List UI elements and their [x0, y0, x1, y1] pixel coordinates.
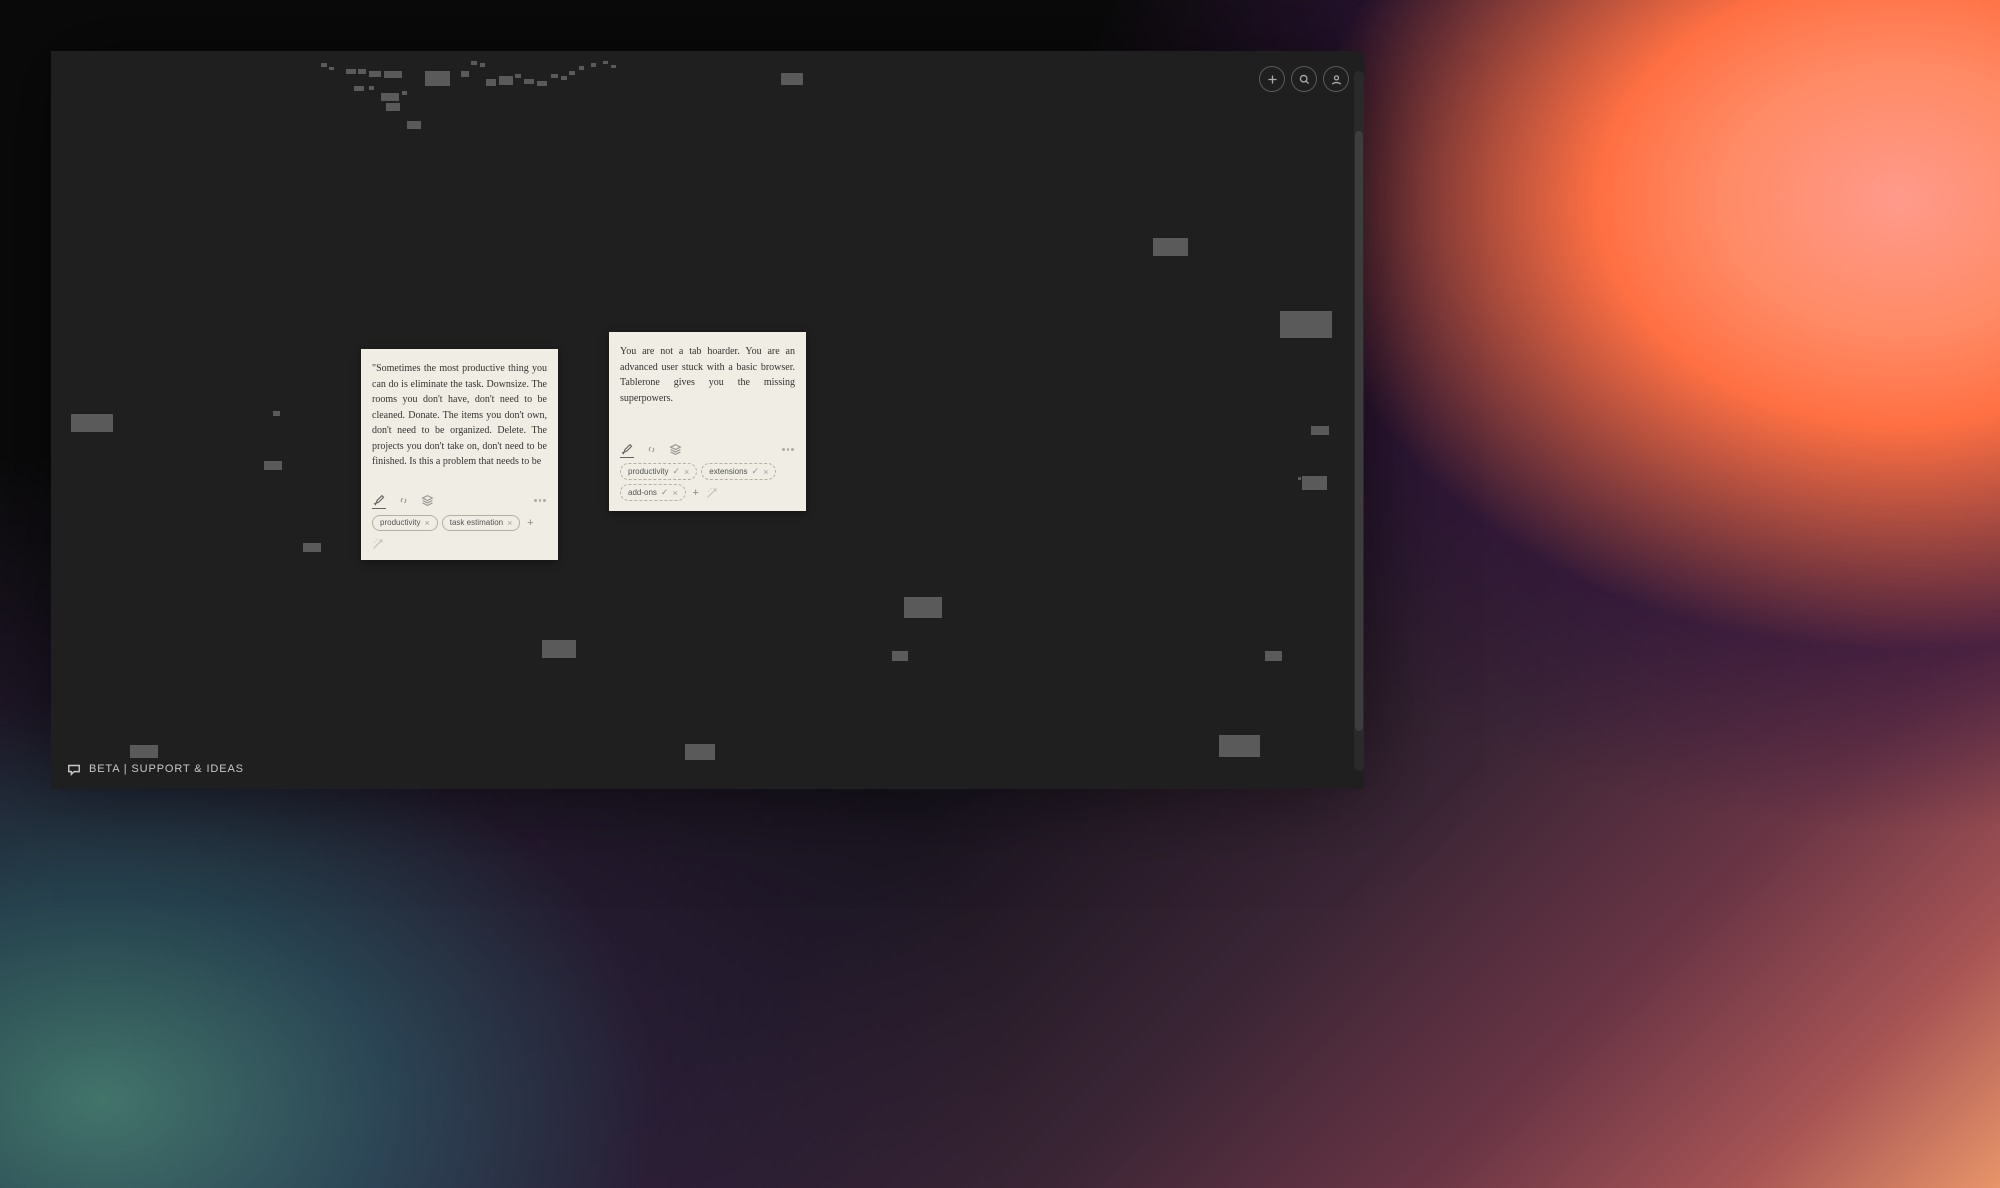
minimap-node	[591, 63, 596, 67]
minimap-node	[1311, 426, 1329, 435]
minimap-node	[611, 65, 616, 68]
tag-label: add-ons	[628, 488, 657, 497]
wand-row	[372, 538, 547, 550]
minimap-node	[369, 71, 381, 77]
suggested-tag[interactable]: productivity ✓ ×	[620, 463, 697, 480]
minimap-node	[561, 76, 567, 80]
minimap-node	[904, 597, 942, 618]
accept-tag-icon[interactable]: ✓	[752, 466, 760, 477]
minimap-node	[1265, 651, 1282, 661]
beta-support-link[interactable]: BETA | SUPPORT & IDEAS	[67, 762, 244, 776]
add-tag-button[interactable]: +	[690, 487, 702, 499]
note-card[interactable]: You are not a tab hoarder. You are an ad…	[609, 332, 806, 511]
minimap-node	[71, 414, 113, 432]
minimap-node	[542, 640, 576, 658]
minimap-node	[579, 66, 584, 70]
minimap-node	[346, 69, 356, 74]
minimap-node	[781, 73, 803, 85]
more-icon[interactable]	[781, 442, 795, 456]
minimap-node	[358, 69, 366, 74]
main-canvas[interactable]: "Sometimes the most productive thing you…	[51, 51, 1364, 789]
beta-support-label: BETA | SUPPORT & IDEAS	[89, 763, 244, 775]
minimap-node	[685, 744, 715, 760]
minimap-node	[303, 543, 321, 552]
stack-icon[interactable]	[668, 442, 682, 456]
minimap-node	[407, 121, 421, 129]
tag-label: productivity	[628, 467, 668, 476]
tag[interactable]: productivity ×	[372, 515, 438, 531]
minimap-node	[402, 91, 407, 95]
minimap-node	[892, 651, 908, 661]
minimap-node	[329, 67, 334, 70]
minimap-node	[569, 71, 575, 75]
stack-icon[interactable]	[420, 494, 434, 508]
chat-icon	[67, 762, 81, 776]
accept-tag-icon[interactable]: ✓	[661, 487, 669, 498]
note-card[interactable]: "Sometimes the most productive thing you…	[361, 349, 558, 560]
remove-tag-icon[interactable]: ×	[424, 518, 429, 528]
minimap-node	[461, 71, 469, 77]
accept-tag-icon[interactable]: ✓	[672, 466, 680, 477]
minimap-node	[354, 86, 364, 91]
minimap-node	[537, 81, 547, 86]
note-text: You are not a tab hoarder. You are an ad…	[620, 344, 795, 406]
minimap-node	[264, 461, 282, 470]
minimap-node	[369, 86, 374, 90]
header-actions	[1259, 66, 1349, 92]
minimap-node	[273, 411, 280, 416]
card-toolbar	[620, 442, 795, 456]
reject-tag-icon[interactable]: ×	[684, 467, 689, 477]
minimap-node	[551, 74, 558, 78]
reject-tag-icon[interactable]: ×	[763, 467, 768, 477]
text-fade	[372, 471, 547, 485]
add-button[interactable]	[1259, 66, 1285, 92]
minimap-node	[386, 103, 400, 111]
minimap-node	[321, 63, 327, 67]
scrollbar[interactable]	[1354, 71, 1364, 771]
minimap-node	[471, 61, 477, 65]
minimap-node	[381, 93, 399, 101]
tag-row: productivity × task estimation × +	[372, 515, 547, 531]
minimap-node	[384, 71, 402, 78]
minimap-node	[480, 63, 485, 67]
more-icon[interactable]	[533, 494, 547, 508]
profile-button[interactable]	[1323, 66, 1349, 92]
minimap-node	[1153, 238, 1188, 256]
minimap-node	[603, 61, 608, 64]
tag-row: productivity✓× extensions✓× add-ons✓× +	[620, 463, 795, 501]
minimap-node	[1219, 735, 1260, 757]
minimap-node	[425, 71, 450, 86]
scrollbar-thumb[interactable]	[1355, 131, 1363, 731]
minimap-node	[524, 79, 534, 84]
minimap-node	[130, 745, 158, 758]
wand-icon[interactable]	[706, 487, 718, 499]
add-tag-button[interactable]: +	[524, 517, 536, 529]
minimap-node	[515, 74, 521, 78]
reject-tag-icon[interactable]: ×	[672, 488, 677, 498]
tag[interactable]: task estimation ×	[442, 515, 521, 531]
tag-label: productivity	[380, 518, 420, 527]
tag-label: extensions	[709, 467, 747, 476]
note-text: "Sometimes the most productive thing you…	[372, 361, 547, 470]
minimap-node	[1298, 477, 1301, 480]
search-button[interactable]	[1291, 66, 1317, 92]
suggested-tag[interactable]: extensions ✓×	[701, 463, 776, 480]
tag-label: task estimation	[450, 518, 503, 527]
minimap-node	[499, 76, 513, 85]
highlight-icon[interactable]	[372, 495, 386, 509]
suggested-tag[interactable]: add-ons ✓×	[620, 484, 686, 501]
minimap-node	[486, 79, 496, 86]
highlight-icon[interactable]	[620, 444, 634, 458]
link-icon[interactable]	[396, 494, 410, 508]
link-icon[interactable]	[644, 442, 658, 456]
wand-icon[interactable]	[372, 538, 384, 550]
remove-tag-icon[interactable]: ×	[507, 518, 512, 528]
minimap-node	[1302, 476, 1327, 490]
card-toolbar	[372, 494, 547, 508]
minimap-node	[1280, 311, 1332, 338]
